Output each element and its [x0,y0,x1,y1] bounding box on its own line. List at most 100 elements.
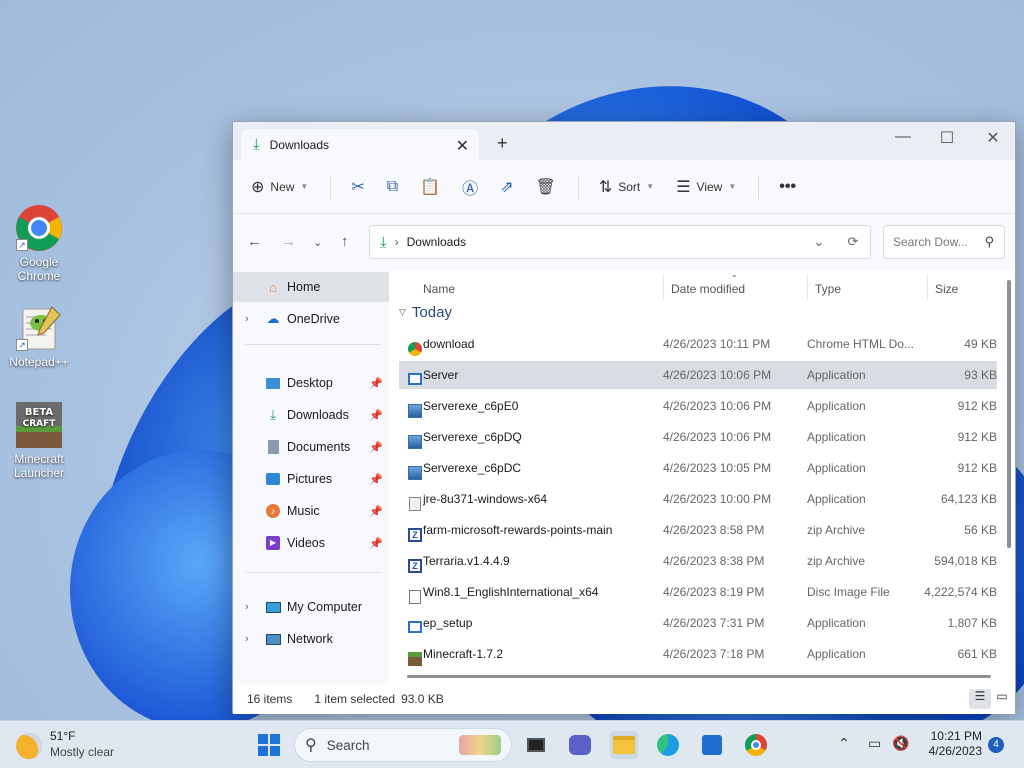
desktop-icon-notepad-plus-plus[interactable]: ↗ Notepad++ [4,303,74,369]
file-row[interactable]: Z farm-microsoft-rewards-points-main 4/2… [399,516,997,544]
store-button[interactable] [698,731,726,759]
paste-icon: 📋 [420,178,441,196]
group-label: Today [411,304,452,321]
view-button[interactable]: ☰ View ▼ [676,171,736,203]
sidebar-item-my-computer[interactable]: › My Computer [233,592,389,622]
sidebar-item-downloads[interactable]: ⤓ Downloads 📌 [233,400,389,430]
pin-icon[interactable]: 📌 [369,409,383,422]
refresh-icon[interactable]: ⟳ [836,234,870,250]
expand-chevron-icon[interactable]: › [245,313,249,325]
rename-button[interactable]: Ⓐ [462,171,478,203]
installer-icon [407,428,423,449]
copy-button[interactable]: ⧉ [387,171,398,203]
pin-icon[interactable]: 📌 [369,473,383,486]
minimize-button[interactable]: — [881,128,925,146]
desktop-icon-minecraft-launcher[interactable]: BETA CRAFT Minecraft Launcher [4,400,74,480]
maximize-button[interactable]: ☐ [925,128,969,148]
notification-badge[interactable]: 4 [988,737,1004,753]
start-button[interactable] [255,731,283,759]
vertical-scrollbar[interactable] [1007,280,1011,548]
file-row[interactable]: ep_setup 4/26/2023 7:31 PM Application 1… [399,609,997,637]
share-button[interactable]: ⇗ [500,171,513,203]
column-headers: Name Date modified ⌄ Type Size [389,270,999,302]
search-highlight-illustration-icon [459,735,501,755]
search-box[interactable]: Search Dow... ⚲ [883,225,1005,259]
display-icon[interactable]: ▭ [868,735,881,752]
taskbar-search[interactable]: ⚲ Search [294,728,512,762]
back-arrow-icon[interactable]: ← [247,233,262,250]
pin-icon[interactable]: 📌 [369,377,383,390]
file-explorer-taskbar-button[interactable] [610,731,638,759]
sidebar-item-videos[interactable]: ▶ Videos 📌 [233,528,389,558]
group-header-today[interactable]: ▽ Today [399,304,452,321]
file-date: 4/26/2023 10:05 PM [663,461,772,475]
column-header-date[interactable]: Date modified [671,282,745,296]
expand-chevron-icon[interactable]: › [245,633,249,645]
file-row[interactable]: Minecraft-1.7.2 4/26/2023 7:18 PM Applic… [399,640,997,668]
chrome-taskbar-button[interactable] [742,731,770,759]
forward-arrow-icon[interactable]: → [281,233,296,250]
tiles-view-icon[interactable]: ▭ [991,689,1013,709]
download-icon: ⤓ [253,136,260,153]
weather-widget[interactable]: 51°F Mostly clear [16,729,114,759]
sidebar-item-pictures[interactable]: Pictures 📌 [233,464,389,494]
file-row[interactable]: Win8.1_EnglishInternational_x64 4/26/202… [399,578,997,606]
column-header-type[interactable]: Type [815,282,841,296]
column-divider[interactable] [663,274,664,300]
sidebar-item-home[interactable]: ⌂ Home [233,272,389,302]
address-dropdown-icon[interactable]: ⌄ [802,234,836,250]
recent-locations-chevron-icon[interactable]: ⌄ [313,236,322,249]
details-view-icon[interactable]: ☰ [969,689,991,709]
clock[interactable]: 10:21 PM 4/26/2023 [920,729,982,759]
task-view-button[interactable] [522,731,550,759]
sidebar-item-desktop[interactable]: Desktop 📌 [233,368,389,398]
cloud-icon: ☁ [266,311,280,326]
sidebar-item-documents[interactable]: Documents 📌 [233,432,389,462]
volume-muted-icon[interactable]: 🔇 [892,735,909,752]
show-hidden-icons-chevron-icon[interactable]: ⌃ [838,735,850,752]
up-arrow-icon[interactable]: ↑ [341,233,349,250]
file-row[interactable]: Serverexe_c6pDQ 4/26/2023 10:06 PM Appli… [399,423,997,451]
file-row[interactable]: Z Terraria.v1.4.4.9 4/26/2023 8:38 PM zi… [399,547,997,575]
pin-icon[interactable]: 📌 [369,441,383,454]
column-header-name[interactable]: Name [423,282,455,296]
pin-icon[interactable]: 📌 [369,505,383,518]
weather-temperature: 51°F [50,729,76,743]
expand-chevron-icon[interactable]: › [245,601,249,613]
address-bar[interactable]: ⤓ › Downloads ⌄ ⟳ [369,225,871,259]
column-header-size[interactable]: Size [935,282,958,296]
file-row[interactable]: Serverexe_c6pDC 4/26/2023 10:05 PM Appli… [399,454,997,482]
close-tab-icon[interactable]: ✕ [456,136,469,156]
search-icon: ⚲ [305,737,317,754]
file-row[interactable]: jre-8u371-windows-x64 4/26/2023 10:00 PM… [399,485,997,513]
tab-downloads[interactable]: ⤓ Downloads ✕ [241,129,479,160]
sidebar-item-onedrive[interactable]: › ☁ OneDrive [233,304,389,334]
horizontal-scrollbar[interactable] [407,675,991,678]
edge-button[interactable] [654,731,682,759]
sort-button[interactable]: ⇅ Sort ▼ [599,171,654,203]
file-row-selected[interactable]: Server 4/26/2023 10:06 PM Application 93… [399,361,997,389]
delete-button[interactable]: 🗑 [536,171,556,203]
pin-icon[interactable]: 📌 [369,537,383,550]
sidebar-item-label: OneDrive [287,312,340,326]
breadcrumb-downloads[interactable]: Downloads [407,235,466,249]
column-divider[interactable] [807,274,808,300]
new-tab-button[interactable]: + [497,133,508,154]
moon-cloud-weather-icon [16,733,42,759]
sidebar-item-music[interactable]: ♪ Music 📌 [233,496,389,526]
file-row[interactable]: download 4/26/2023 10:11 PM Chrome HTML … [399,330,997,358]
column-divider[interactable] [927,274,928,300]
paste-button[interactable]: 📋 [420,171,440,203]
file-row[interactable]: Serverexe_c6pE0 4/26/2023 10:06 PM Appli… [399,392,997,420]
taskbar-search-label: Search [326,737,370,753]
new-button[interactable]: ⊕ New ▼ [251,171,308,203]
chat-icon [569,735,591,755]
sidebar-item-network[interactable]: › Network [233,624,389,654]
file-type: Application [807,430,866,444]
desktop-icon-chrome[interactable]: ↗ Google Chrome [4,203,74,283]
more-options-button[interactable]: ••• [779,171,796,203]
teams-chat-button[interactable] [566,731,594,759]
close-window-button[interactable]: ✕ [971,128,1015,148]
cut-button[interactable]: ✂ [351,171,364,203]
file-type: Chrome HTML Do... [807,337,914,351]
